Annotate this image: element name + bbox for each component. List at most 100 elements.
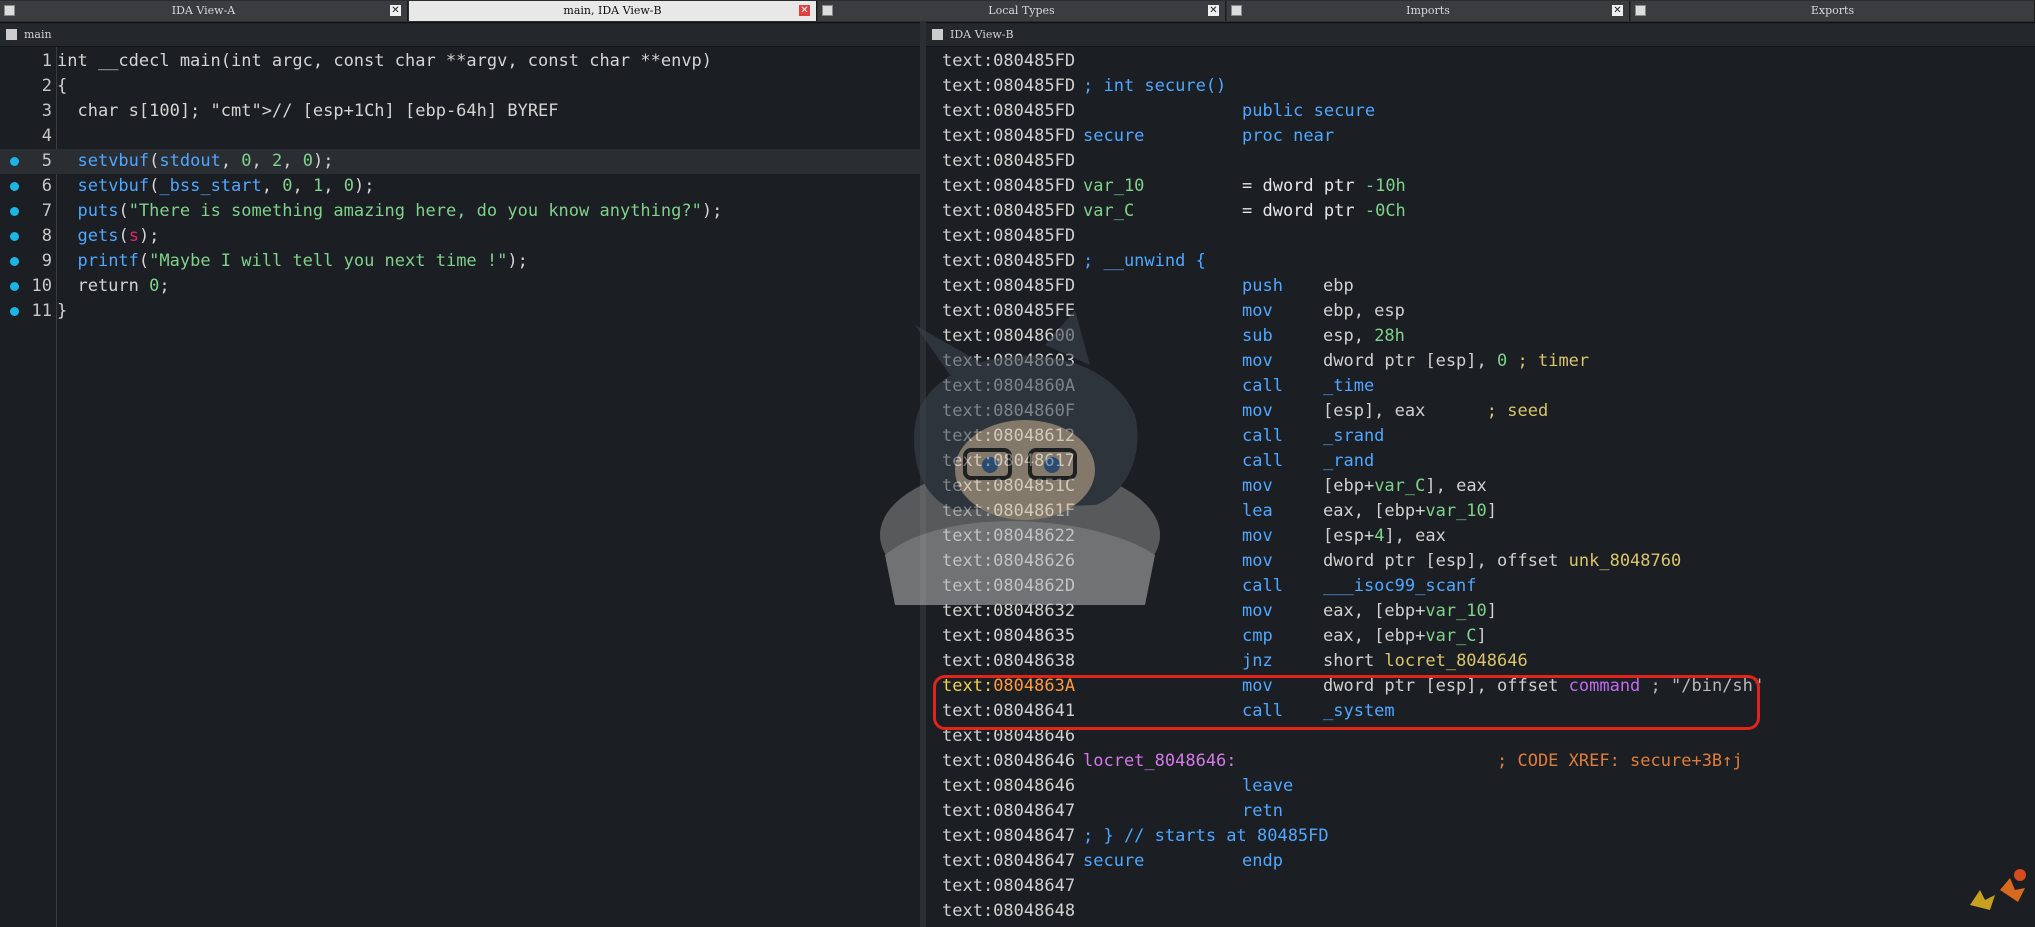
operand: ebp: [1323, 276, 1354, 296]
address: text:08048647: [942, 801, 1076, 821]
disasm-line[interactable]: text:080485FD ; int secure(): [942, 74, 2032, 99]
label-text: locret_8048646:: [1083, 751, 1237, 771]
code-line[interactable]: 8 gets(s);: [0, 224, 920, 249]
code-line[interactable]: 7 puts("There is something amazing here,…: [0, 199, 920, 224]
address: text:080485FD: [942, 151, 1076, 171]
operand: esp, 28h: [1323, 326, 1405, 346]
pseudocode-view[interactable]: 1 int __cdecl main(int argc, const char *…: [0, 47, 920, 927]
close-tab-icon[interactable]: ✕: [1612, 5, 1623, 16]
operand: ___isoc99_scanf: [1323, 576, 1477, 596]
label-text: var_10: [1083, 176, 1145, 196]
address: text:08048648: [942, 901, 1076, 921]
code-line[interactable]: 5 setvbuf(stdout, 0, 2, 0);: [0, 149, 920, 174]
code-text: char s[100]; "cmt">// [esp+1Ch] [ebp-64h…: [57, 101, 559, 121]
code-line[interactable]: 6 setvbuf(_bss_start, 0, 1, 0);: [0, 174, 920, 199]
disasm-line[interactable]: text:080485FD push ebp: [942, 274, 2032, 299]
code-line[interactable]: 3 char s[100]; "cmt">// [esp+1Ch] [ebp-6…: [0, 99, 920, 124]
operand: ; CODE XREF: secure+3B↑j: [1497, 751, 1743, 771]
code-line[interactable]: 9 printf("Maybe I will tell you next tim…: [0, 249, 920, 274]
pane-title: IDA View-B: [950, 28, 1014, 41]
operand: _srand: [1323, 426, 1385, 446]
address: text:080485FD: [942, 176, 1076, 196]
disasm-line[interactable]: text:08048647: [942, 874, 2032, 899]
window-icon: [822, 5, 833, 16]
tab-label: Imports: [1406, 4, 1450, 17]
label-text: var_C: [1083, 201, 1135, 221]
label-text: secure: [1083, 126, 1145, 146]
disasm-line[interactable]: text:080485FD: [942, 149, 2032, 174]
address: text:080485FD: [942, 276, 1076, 296]
close-tab-icon[interactable]: ✕: [799, 5, 810, 16]
code-line[interactable]: 4: [0, 124, 920, 149]
operand: eax, [ebp+var_C]: [1323, 626, 1487, 646]
code-line[interactable]: 10 return 0;: [0, 274, 920, 299]
disasm-line[interactable]: text:080485FD: [942, 49, 2032, 74]
tab-main-ida-view-b[interactable]: main, IDA View-B ✕: [409, 1, 817, 21]
operand: dword ptr [esp], 0 ; timer: [1323, 351, 1590, 371]
code-text: return 0;: [57, 276, 170, 296]
line-number: 9: [41, 251, 52, 271]
mnemonic: call: [1242, 426, 1283, 446]
mnemonic: mov: [1242, 476, 1273, 496]
operand: [esp], eax ; seed: [1323, 401, 1549, 421]
line-number: 11: [31, 301, 52, 321]
mnemonic: = dword ptr -10h: [1242, 176, 1406, 196]
address: text:08048646: [942, 776, 1076, 796]
mnemonic: endp: [1242, 851, 1283, 871]
disasm-line[interactable]: text:08048635 cmp eax, [ebp+var_C]: [942, 624, 2032, 649]
disasm-line[interactable]: text:080485FD var_10 = dword ptr -10h: [942, 174, 2032, 199]
disasm-line[interactable]: text:08048647 ; } // starts at 80485FD: [942, 824, 2032, 849]
mnemonic: mov: [1242, 526, 1273, 546]
address: text:080485FD: [942, 101, 1076, 121]
disasm-line[interactable]: text:080485FD secure proc near: [942, 124, 2032, 149]
mnemonic: call: [1242, 451, 1283, 471]
disasm-line[interactable]: text:08048638 jnz short locret_8048646: [942, 649, 2032, 674]
disasm-line[interactable]: text:08048647 retn: [942, 799, 2032, 824]
disassembly-icon: [932, 29, 943, 40]
close-tab-icon[interactable]: ✕: [390, 5, 401, 16]
disasm-line[interactable]: text:08048646 locret_8048646: ; CODE XREF:…: [942, 749, 2032, 774]
address: text:080485FD: [942, 201, 1076, 221]
mnemonic: proc near: [1242, 126, 1335, 146]
code-text: gets(s);: [77, 226, 160, 246]
tab-local-types[interactable]: Local Types ✕: [818, 1, 1226, 21]
operand: _time: [1323, 376, 1375, 396]
mnemonic: mov: [1242, 351, 1273, 371]
operand: ebp, esp: [1323, 301, 1405, 321]
code-line[interactable]: 1 int __cdecl main(int argc, const char *…: [0, 49, 920, 74]
mnemonic: cmp: [1242, 626, 1273, 646]
mnemonic: push: [1242, 276, 1283, 296]
tab-exports[interactable]: Exports: [1631, 1, 2035, 21]
label-text: ; __unwind {: [1083, 251, 1206, 271]
disasm-line[interactable]: text:08048646 leave: [942, 774, 2032, 799]
tab-ida-view-a[interactable]: IDA View-A ✕: [0, 1, 408, 21]
code-line[interactable]: 11}: [0, 299, 920, 324]
operand: dword ptr [esp], offset unk_8048760: [1323, 551, 1682, 571]
code-line[interactable]: 2{: [0, 74, 920, 99]
close-tab-icon[interactable]: ✕: [1208, 5, 1219, 16]
tab-bar: IDA View-A ✕ main, IDA View-B ✕ Local Ty…: [0, 0, 2035, 23]
mnemonic: mov: [1242, 401, 1273, 421]
address: text:08048647: [942, 851, 1076, 871]
line-number: 6: [41, 176, 52, 196]
mnemonic: mov: [1242, 551, 1273, 571]
disasm-line[interactable]: text:08048647 secure endp: [942, 849, 2032, 874]
mnemonic: mov: [1242, 601, 1273, 621]
disasm-line[interactable]: text:080485FD: [942, 224, 2032, 249]
tab-label: Exports: [1810, 4, 1855, 17]
disasm-line[interactable]: text:080485FD ; __unwind {: [942, 249, 2032, 274]
mnemonic: retn: [1242, 801, 1283, 821]
address: text:08048635: [942, 626, 1076, 646]
window-icon: [1635, 5, 1646, 16]
address: text:08048646: [942, 751, 1076, 771]
mnemonic: sub: [1242, 326, 1273, 346]
disasm-line[interactable]: text:080485FD public secure: [942, 99, 2032, 124]
disasm-line[interactable]: text:080485FD var_C = dword ptr -0Ch: [942, 199, 2032, 224]
anime-character-watermark: [880, 310, 1160, 605]
tab-imports[interactable]: Imports ✕: [1227, 1, 1630, 21]
disasm-line[interactable]: text:08048648: [942, 899, 2032, 924]
tab-label: Local Types: [988, 4, 1055, 17]
line-number: 7: [41, 201, 52, 221]
pseudocode-icon: [6, 29, 17, 40]
code-text: puts("There is something amazing here, d…: [77, 201, 723, 221]
